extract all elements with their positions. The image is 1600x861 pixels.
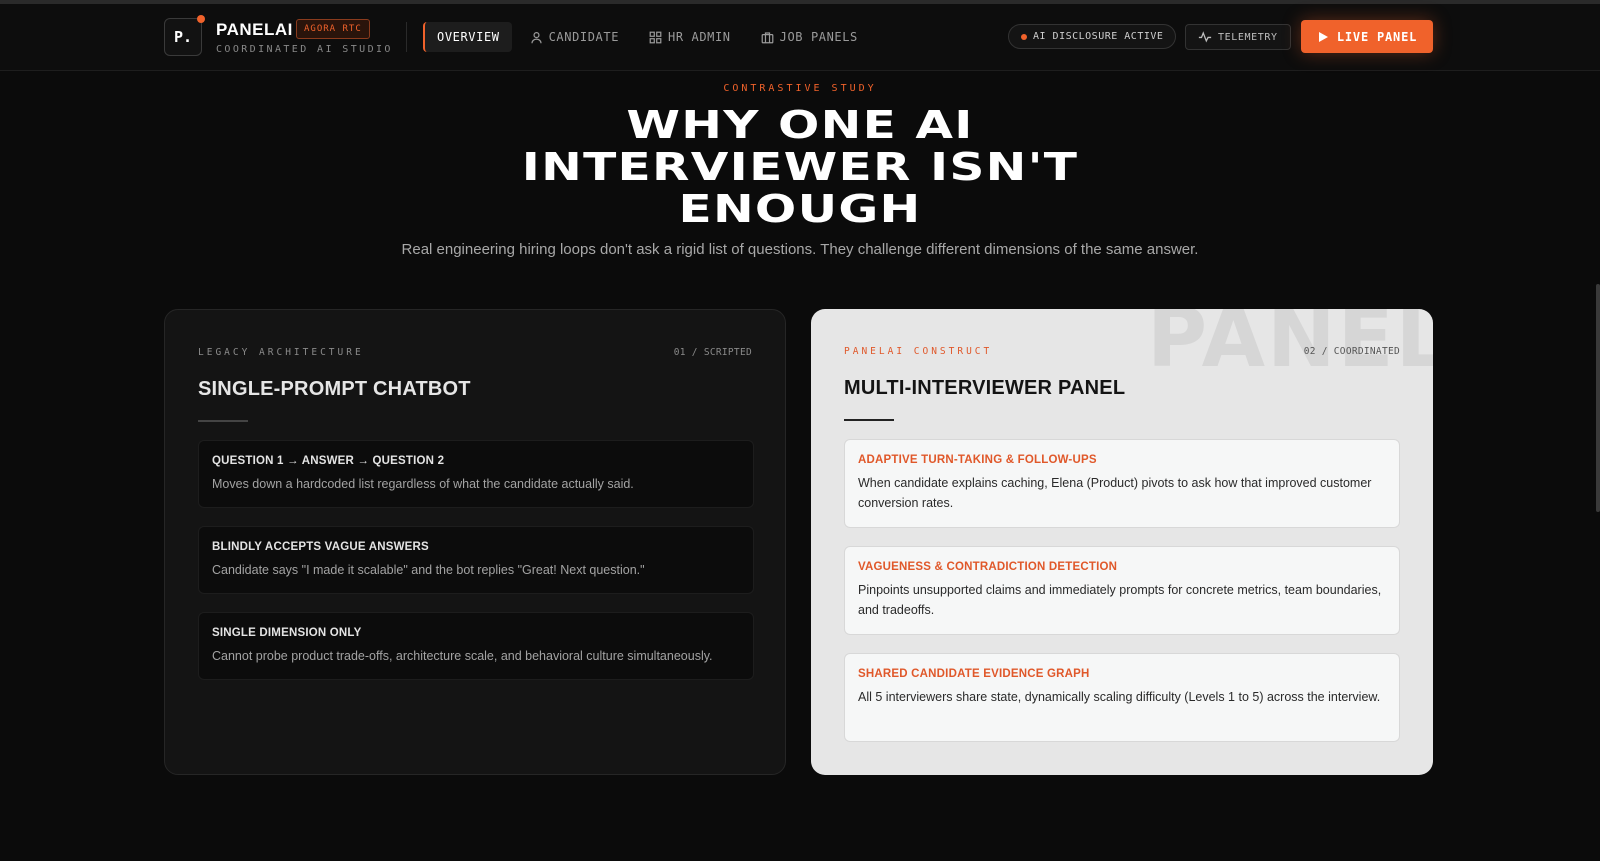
hero-headline: WHY ONE AI INTERVIEWER ISN'T ENOUGH	[160, 104, 1440, 230]
list-item: ADAPTIVE TURN-TAKING & FOLLOW-UPS When c…	[844, 439, 1400, 528]
live-panel-button[interactable]: LIVE PANEL	[1301, 20, 1433, 53]
item-title: BLINDLY ACCEPTS VAGUE ANSWERS	[212, 541, 429, 553]
item-description: Moves down a hardcoded list regardless o…	[212, 477, 634, 491]
top-nav: P. PANELAI AGORA RTC COORDINATED AI STUD…	[0, 4, 1600, 71]
card-divider	[198, 420, 248, 422]
user-icon	[531, 31, 542, 43]
item-description: Cannot probe product trade-offs, archite…	[212, 649, 713, 663]
panelai-construct-card: PANEL PANELAI CONSTRUCT 02 / COORDINATED…	[811, 309, 1433, 775]
logo-mark[interactable]: P.	[164, 15, 205, 56]
nav-divider	[406, 22, 407, 52]
tab-candidate[interactable]: CANDIDATE	[518, 22, 631, 52]
card-number: 01 / SCRIPTED	[673, 347, 752, 358]
live-panel-label: LIVE PANEL	[1336, 29, 1418, 44]
legacy-architecture-card: LEGACY ARCHITECTURE 01 / SCRIPTED SINGLE…	[164, 309, 786, 775]
brand-name: PANELAI	[216, 20, 293, 39]
status-dot-icon	[197, 15, 205, 23]
item-title: SHARED CANDIDATE EVIDENCE GRAPH	[858, 668, 1090, 680]
activity-icon	[1198, 31, 1212, 43]
item-title: VAGUENESS & CONTRADICTION DETECTION	[858, 561, 1118, 573]
headline-line-1: WHY ONE AI	[626, 103, 974, 147]
play-icon	[1318, 31, 1328, 42]
main-tabs: OVERVIEW CANDIDATE HR ADMIN JOB PANELS	[423, 22, 870, 52]
ai-disclosure-label: AI DISCLOSURE ACTIVE	[1033, 31, 1164, 42]
tab-label: OVERVIEW	[437, 30, 500, 44]
tab-label: CANDIDATE	[548, 30, 620, 44]
list-item: BLINDLY ACCEPTS VAGUE ANSWERS Candidate …	[198, 526, 754, 594]
item-description: All 5 interviewers share state, dynamica…	[858, 690, 1381, 704]
list-item: QUESTION 1 → ANSWER → QUESTION 2 Moves d…	[198, 440, 754, 508]
telemetry-button[interactable]: TELEMETRY	[1185, 24, 1291, 50]
live-dot-icon	[1021, 33, 1027, 40]
item-title: QUESTION 1 → ANSWER → QUESTION 2	[212, 455, 445, 467]
headline-line-2: INTERVIEWER ISN'T	[521, 145, 1079, 189]
tab-label: JOB PANELS	[779, 30, 858, 44]
list-item: VAGUENESS & CONTRADICTION DETECTION Pinp…	[844, 546, 1400, 635]
hero-eyebrow: CONTRASTIVE STUDY	[723, 83, 877, 94]
brand-subtitle: COORDINATED AI STUDIO	[216, 44, 393, 55]
headline-line-3: ENOUGH	[678, 187, 922, 231]
card-number: 02 / COORDINATED	[1303, 346, 1400, 357]
tab-label: HR ADMIN	[668, 30, 731, 44]
card-divider	[844, 419, 894, 421]
item-description: Candidate says "I made it scalable" and …	[212, 563, 645, 577]
grid-icon	[649, 31, 662, 43]
item-description: Pinpoints unsupported claims and immedia…	[858, 583, 1382, 617]
item-title: ADAPTIVE TURN-TAKING & FOLLOW-UPS	[858, 454, 1097, 466]
hero-subline: Real engineering hiring loops don't ask …	[401, 241, 1199, 258]
list-item: SINGLE DIMENSION ONLY Cannot probe produ…	[198, 612, 754, 680]
briefcase-icon	[761, 31, 774, 43]
tab-overview[interactable]: OVERVIEW	[423, 22, 512, 52]
card-eyebrow: PANELAI CONSTRUCT	[844, 346, 993, 357]
card-title: SINGLE-PROMPT CHATBOT	[198, 378, 471, 400]
brand-tag-badge: AGORA RTC	[296, 19, 370, 39]
list-item: SHARED CANDIDATE EVIDENCE GRAPH All 5 in…	[844, 653, 1400, 742]
tab-job-panels[interactable]: JOB PANELS	[749, 22, 870, 52]
item-description: When candidate explains caching, Elena (…	[858, 476, 1372, 510]
logo-text: P.	[173, 28, 193, 46]
ai-disclosure-status[interactable]: AI DISCLOSURE ACTIVE	[1008, 24, 1177, 49]
tab-hr-admin[interactable]: HR ADMIN	[637, 22, 743, 52]
card-eyebrow: LEGACY ARCHITECTURE	[198, 347, 364, 358]
page-scrollbar[interactable]	[1596, 284, 1600, 512]
telemetry-label: TELEMETRY	[1218, 31, 1278, 43]
item-title: SINGLE DIMENSION ONLY	[212, 627, 362, 639]
card-title: MULTI-INTERVIEWER PANEL	[844, 377, 1126, 399]
